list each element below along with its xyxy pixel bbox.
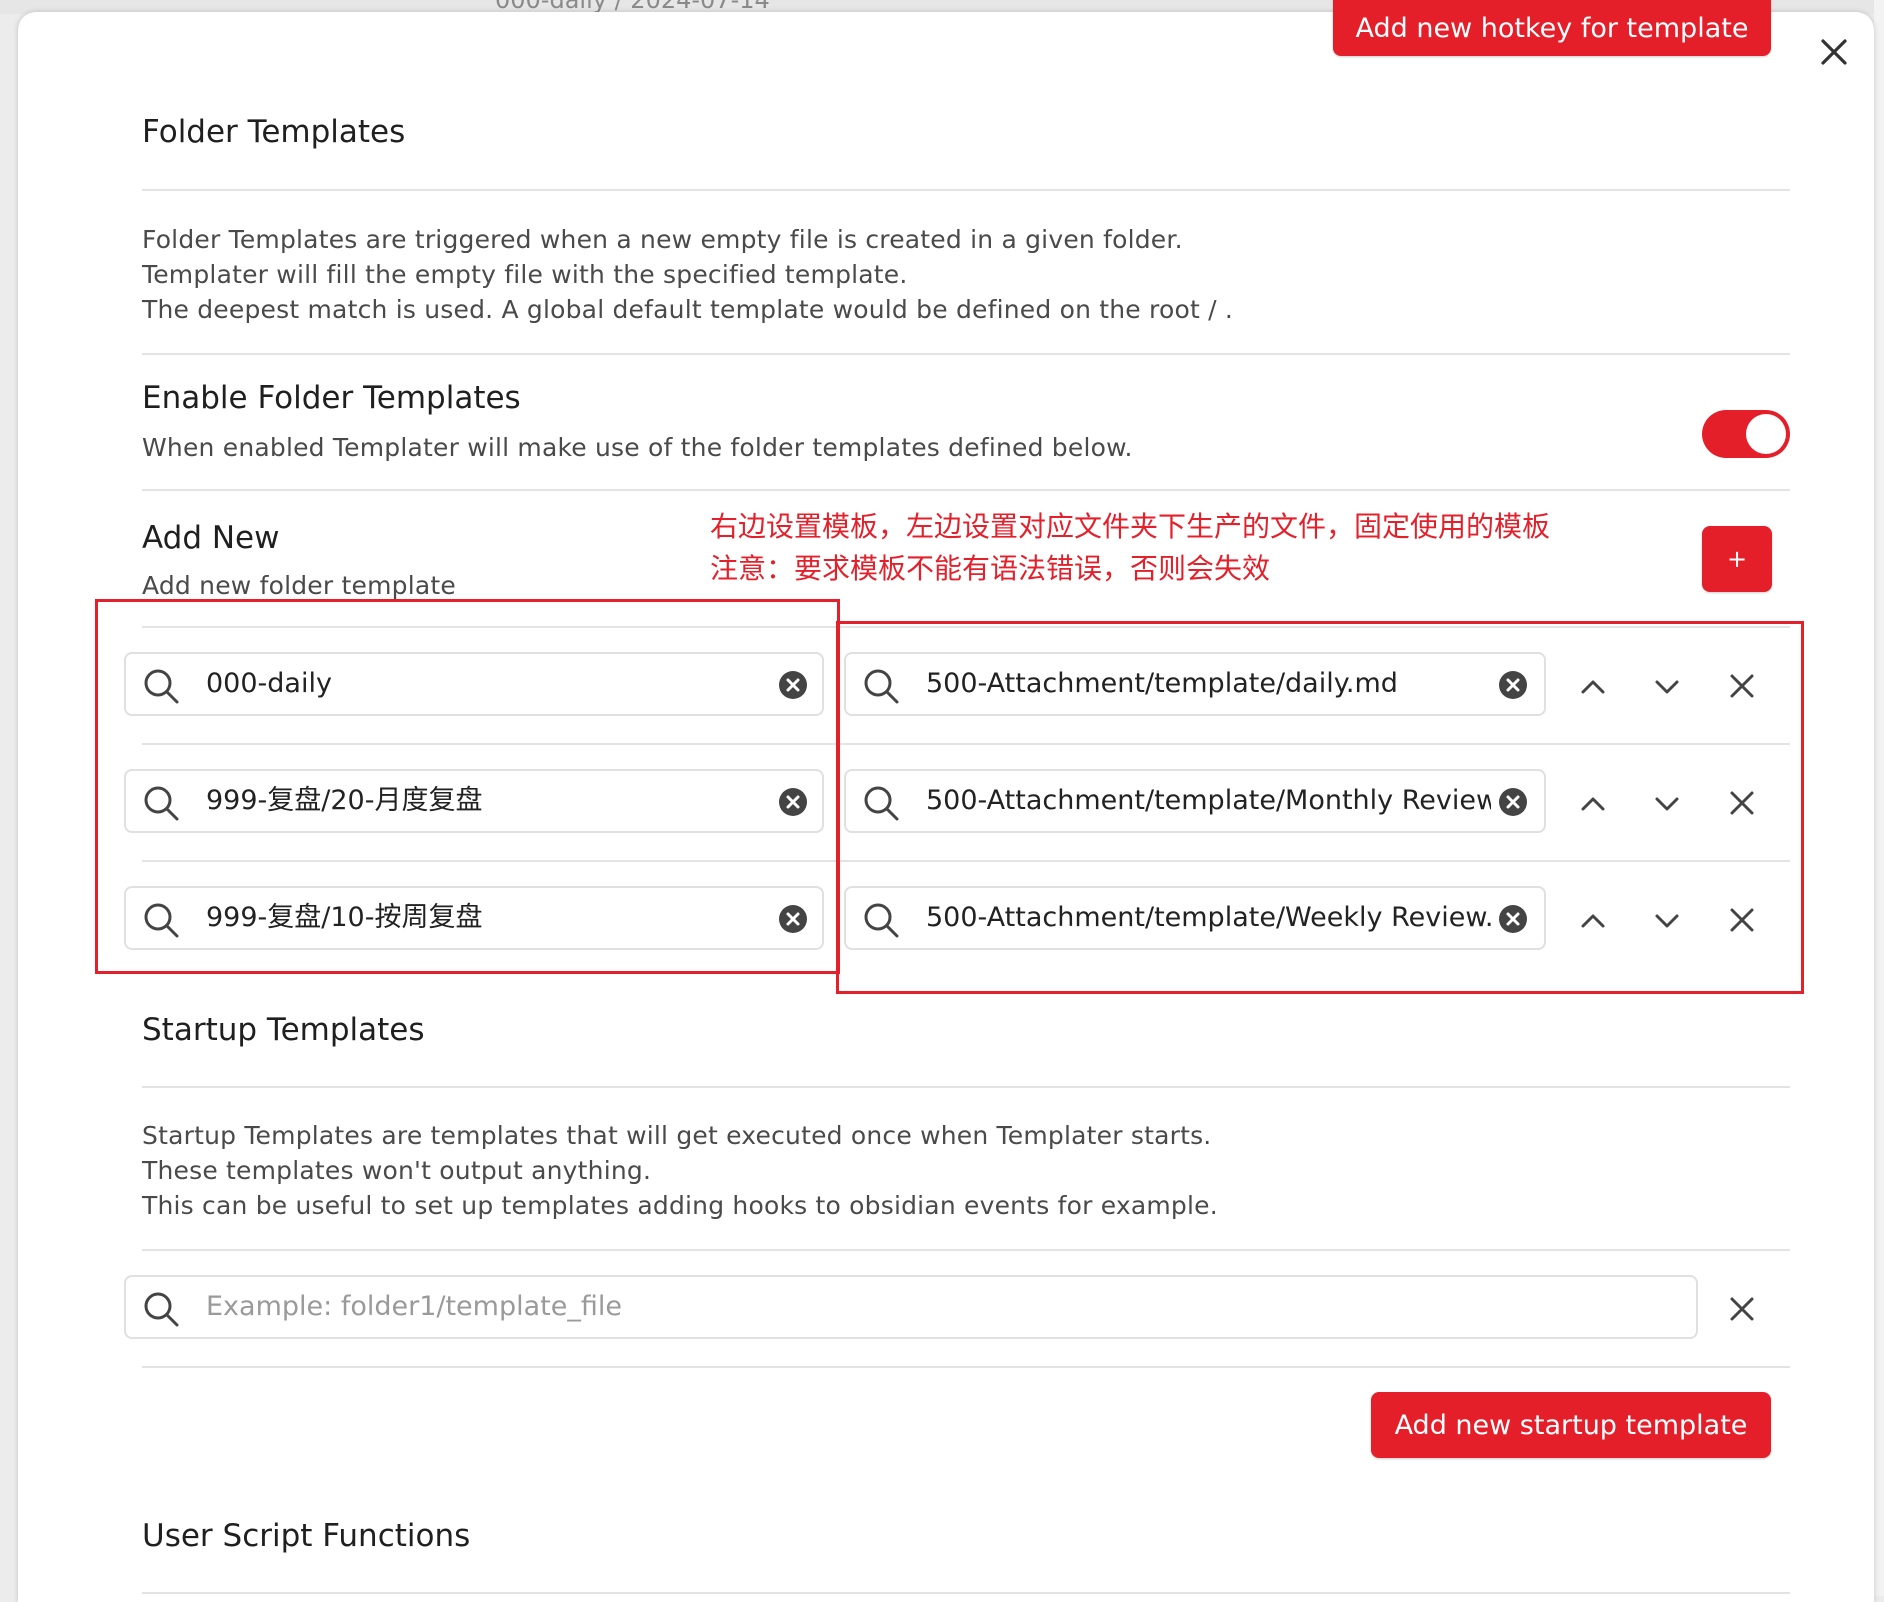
annotation-box-templates	[836, 621, 1804, 994]
description-line: Startup Templates are templates that wil…	[142, 1121, 1212, 1150]
description-line: Templater will fill the empty file with …	[142, 260, 908, 289]
divider	[142, 489, 1790, 491]
add-new-description: Add new folder template	[142, 571, 456, 600]
description-line: This can be useful to set up templates a…	[142, 1191, 1218, 1220]
divider	[142, 353, 1790, 355]
startup-template-input[interactable]: Example: folder1/template_file	[124, 1275, 1698, 1339]
startup-templates-heading: Startup Templates	[142, 1012, 425, 1048]
background-right-edge	[1874, 0, 1884, 1596]
add-startup-template-button[interactable]: Add new startup template	[1371, 1392, 1771, 1458]
enable-folder-templates-description: When enabled Templater will make use of …	[142, 433, 1133, 462]
enable-folder-templates-title: Enable Folder Templates	[142, 380, 521, 416]
plus-label: +	[1726, 545, 1748, 573]
annotation-line: 右边设置模板，左边设置对应文件夹下生产的文件，固定使用的模板	[710, 510, 1551, 543]
add-hotkey-button[interactable]: Add new hotkey for template	[1333, 0, 1771, 56]
divider	[142, 189, 1790, 191]
user-script-functions-heading: User Script Functions	[142, 1518, 471, 1554]
add-startup-template-label: Add new startup template	[1394, 1409, 1748, 1441]
add-folder-template-button[interactable]: +	[1702, 526, 1772, 592]
search-icon	[144, 1292, 179, 1327]
divider	[142, 1086, 1790, 1088]
annotation-box-folders	[95, 599, 840, 974]
description-line: These templates won't output anything.	[142, 1156, 652, 1185]
description-line: Folder Templates are triggered when a ne…	[142, 225, 1183, 254]
startup-templates-description: Startup Templates are templates that wil…	[142, 1118, 1218, 1223]
divider	[142, 1366, 1790, 1368]
add-hotkey-label: Add new hotkey for template	[1355, 13, 1749, 44]
folder-templates-heading: Folder Templates	[142, 114, 406, 150]
divider	[142, 1249, 1790, 1251]
delete-icon[interactable]	[1722, 1289, 1762, 1329]
description-line: The deepest match is used. A global defa…	[142, 295, 1234, 324]
startup-template-placeholder: Example: folder1/template_file	[206, 1291, 622, 1322]
divider	[142, 1592, 1790, 1594]
annotation-line: 注意：要求模板不能有语法错误，否则会失效	[710, 552, 1271, 585]
annotation-text: 右边设置模板，左边设置对应文件夹下生产的文件，固定使用的模板 注意：要求模板不能…	[710, 506, 1550, 590]
add-new-title: Add New	[142, 520, 280, 556]
enable-folder-templates-toggle[interactable]	[1702, 410, 1790, 458]
toggle-knob	[1746, 414, 1786, 454]
settings-modal: Add new hotkey for template Folder Templ…	[18, 0, 1874, 1602]
close-icon[interactable]	[1818, 36, 1850, 68]
folder-templates-description: Folder Templates are triggered when a ne…	[142, 222, 1233, 327]
